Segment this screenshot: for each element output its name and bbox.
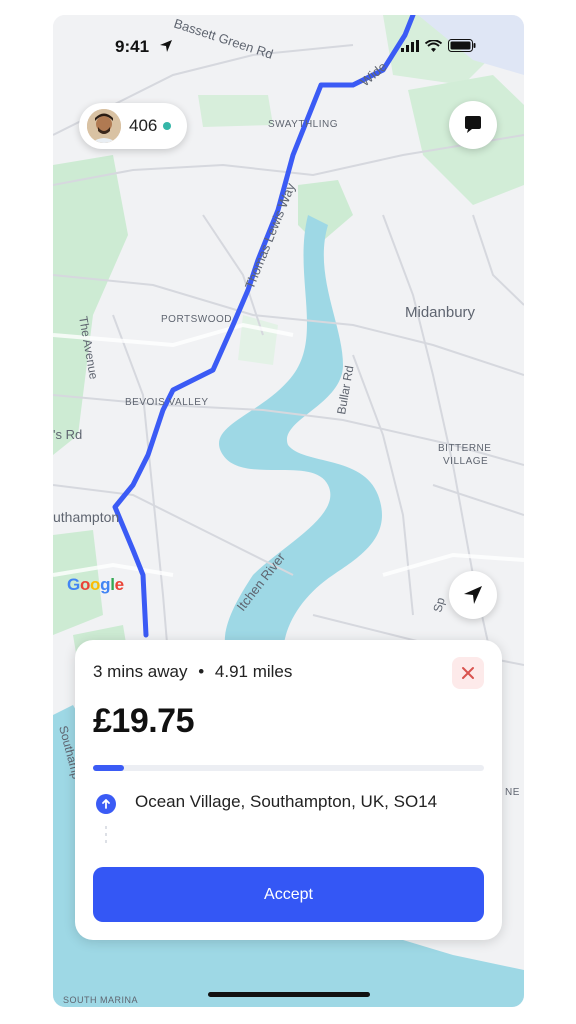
chat-bubble-icon: [465, 116, 481, 133]
distance-text: 4.91 miles: [214, 662, 293, 681]
avatar-image: [87, 109, 121, 143]
separator-dot: •: [198, 662, 205, 681]
map-label-bevois-valley: BEVOIS VALLEY: [125, 397, 209, 408]
map-label-bitterne: BITTERNE: [438, 443, 491, 454]
offer-timer-fill: [93, 765, 125, 771]
driver-score-pill[interactable]: 406: [79, 103, 187, 149]
map-label-rd: 's Rd: [53, 427, 82, 442]
map-label-ne: NE: [505, 787, 520, 798]
avatar: [87, 109, 121, 143]
fare-price: £19.75: [93, 702, 195, 740]
google-logo: Google: [67, 575, 124, 594]
map-label-portswood: PORTSWOOD: [161, 314, 232, 325]
map-label-southampton: uthampton: [53, 509, 119, 525]
navigation-arrow-icon: [464, 586, 482, 604]
location-arrow-icon: [160, 40, 172, 52]
trip-summary: 3 mins away • 4.91 miles: [93, 662, 292, 682]
driver-score: 406: [129, 116, 158, 135]
eta-text: 3 mins away: [93, 662, 188, 681]
cellular-signal-icon: [401, 39, 419, 52]
battery-icon: [448, 39, 476, 52]
map-label-midanbury: Midanbury: [405, 304, 476, 321]
map-label-village: VILLAGE: [443, 456, 488, 467]
wifi-icon: [425, 39, 442, 52]
destination-address: Ocean Village, Southampton, UK, SO14: [135, 792, 438, 811]
accept-button[interactable]: Accept: [93, 867, 484, 922]
route-dots: [105, 826, 107, 844]
phone-screen: Bassett Green Rd SWAYTHLING Wide Thomas …: [53, 15, 524, 1007]
home-indicator[interactable]: [208, 992, 370, 997]
map-label-swaythling: SWAYTHLING: [268, 119, 338, 130]
status-bar: 9:41: [53, 37, 524, 61]
trip-offer-card: 3 mins away • 4.91 miles £19.75 Ocean Vi…: [75, 640, 502, 940]
decline-button[interactable]: [452, 657, 484, 689]
status-time: 9:41: [115, 37, 150, 56]
map-label-south-marina: SOUTH MARINA: [63, 995, 138, 1005]
recenter-button[interactable]: [449, 571, 497, 619]
offer-timer-bar: [93, 765, 484, 771]
destination-up-arrow-icon: [96, 794, 116, 814]
online-status-icon: [163, 122, 172, 130]
close-icon: [462, 667, 474, 679]
chat-button[interactable]: [449, 101, 497, 149]
